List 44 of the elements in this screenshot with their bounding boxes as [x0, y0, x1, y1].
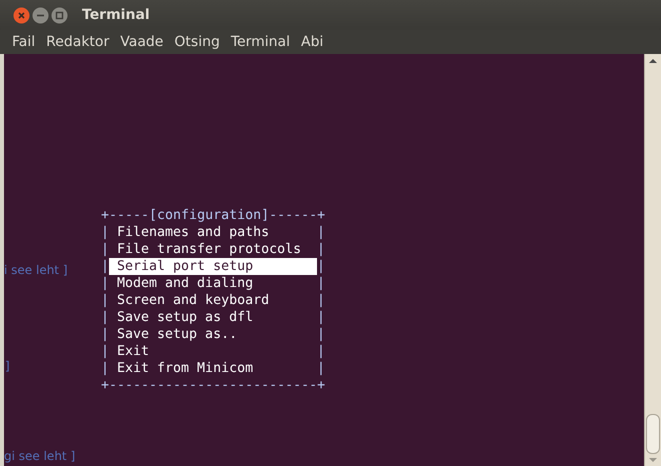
background-text: ] [5, 359, 10, 373]
dialog-side-border: | [101, 343, 109, 360]
menu-item[interactable]: Fail [12, 33, 36, 51]
menu-item[interactable]: Otsing [174, 33, 220, 51]
dialog-bottom-border: +--------------------------+ [101, 377, 326, 394]
dialog-side-border: | [101, 326, 109, 343]
scrollbar-thumb[interactable] [646, 414, 660, 454]
menu-item[interactable]: Terminal [230, 33, 290, 51]
dialog-side-border: | [101, 224, 109, 241]
background-text: gi see leht ] [4, 449, 76, 463]
dialog-side-border: | [317, 224, 325, 241]
dialog-side-border: | [101, 275, 109, 292]
dialog-side-border: | [317, 343, 325, 360]
scrollbar[interactable] [644, 54, 661, 466]
maximize-icon[interactable] [51, 6, 68, 24]
dialog-side-border: | [101, 360, 109, 377]
dialog-side-border: | [317, 275, 325, 292]
dialog-side-border: | [101, 292, 109, 309]
menu-option[interactable]: Screen and keyboard [109, 292, 317, 309]
menu-option[interactable]: Serial port setup [109, 258, 317, 275]
dialog-side-border: | [317, 326, 325, 343]
dialog-side-border: | [101, 241, 109, 258]
menu-option[interactable]: Save setup as.. [109, 326, 317, 343]
menu-item[interactable]: Redaktor [46, 33, 110, 51]
dialog-side-border: | [317, 360, 325, 377]
dialog-top-border: +-----[configuration]------+ [101, 207, 326, 224]
menu-option[interactable]: Save setup as dfl [109, 309, 317, 326]
window-title: Terminal [82, 7, 150, 23]
dialog-side-border: | [317, 309, 325, 326]
dialog-side-border: | [101, 258, 109, 275]
dialog-side-border: | [101, 309, 109, 326]
menu-option[interactable]: Modem and dialing [109, 275, 317, 292]
menu-item[interactable]: Vaade [120, 33, 164, 51]
minimize-icon[interactable] [32, 6, 49, 24]
close-icon[interactable] [13, 6, 30, 24]
menu-option[interactable]: Exit [109, 343, 317, 360]
menu-option[interactable]: Filenames and paths [109, 224, 317, 241]
menu-item[interactable]: Abi [301, 33, 324, 51]
background-text: i see leht ] [4, 263, 68, 277]
menu-option[interactable]: Exit from Minicom [109, 360, 317, 377]
menu-option[interactable]: File transfer protocols [109, 241, 317, 258]
dialog-side-border: | [317, 292, 325, 309]
dialog-side-border: | [317, 241, 325, 258]
dialog-side-border: | [317, 258, 325, 275]
